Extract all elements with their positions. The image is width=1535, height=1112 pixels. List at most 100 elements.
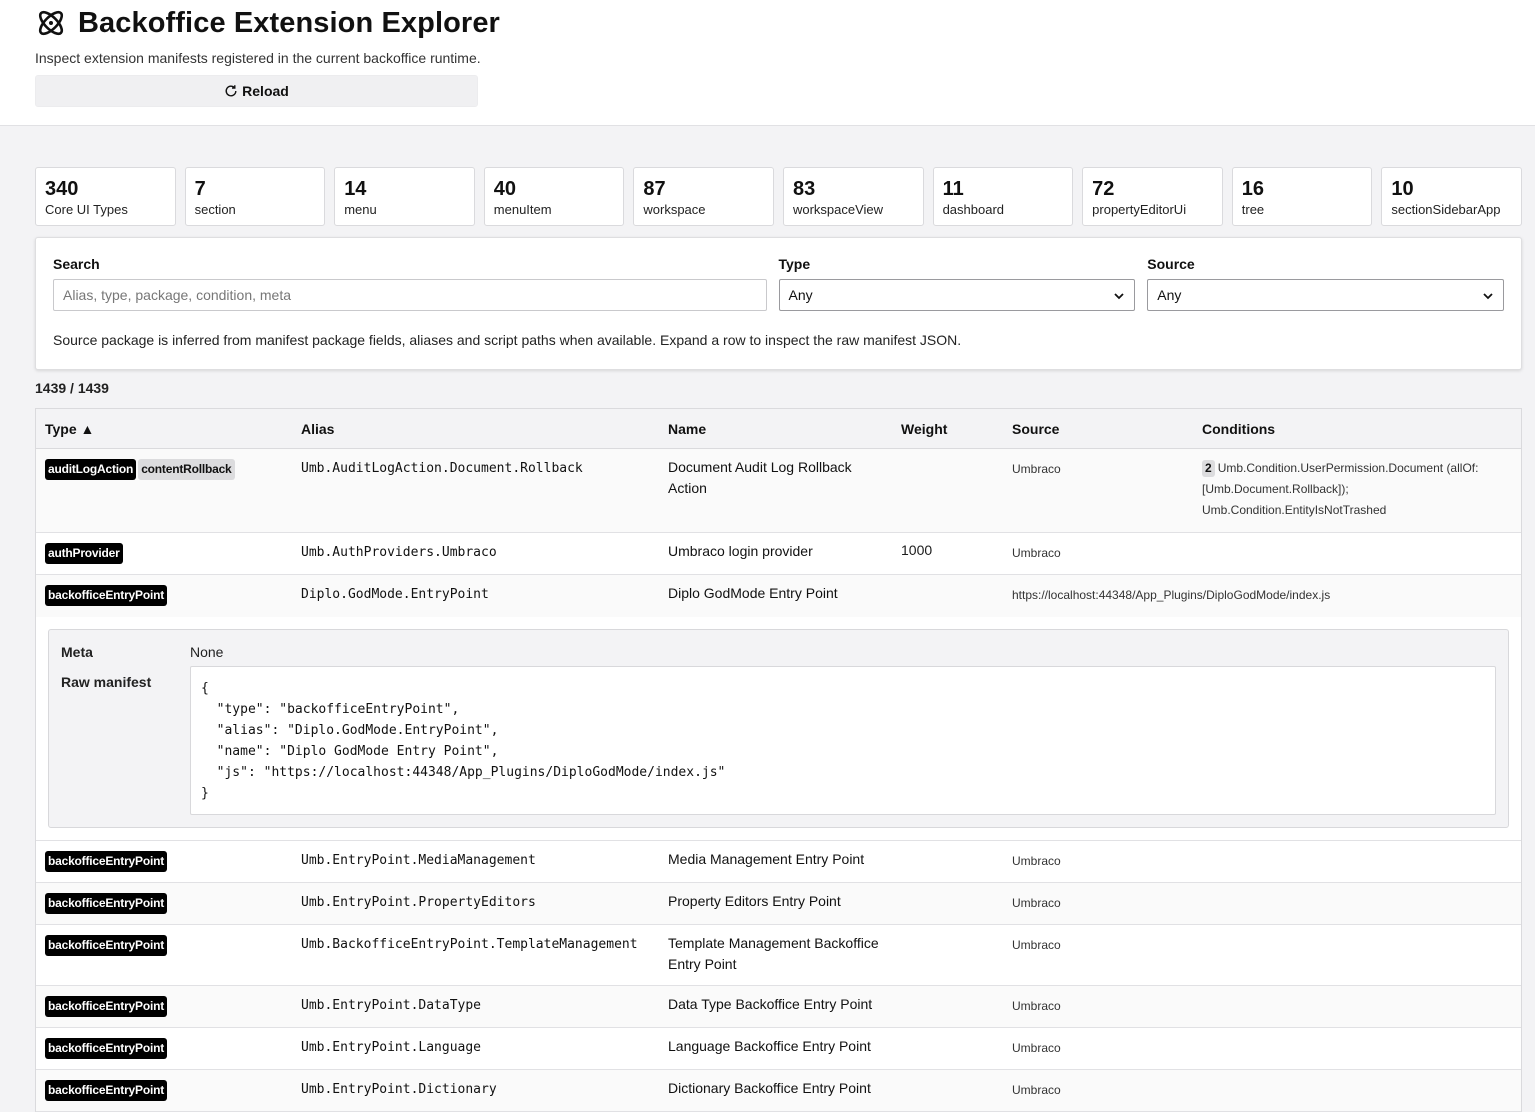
name-cell: Document Audit Log Rollback Action	[668, 459, 852, 496]
filter-panel: Search Alias, type, package, condition, …	[35, 237, 1522, 370]
source-cell: Umbraco	[1012, 462, 1061, 476]
name-cell: Template Management Backoffice Entry Poi…	[668, 935, 879, 972]
conditions-text: Umb.Condition.UserPermission.Document (a…	[1202, 461, 1479, 517]
table-row[interactable]: auditLogAction contentRollback Umb.AuditL…	[36, 449, 1521, 533]
table-header: Type ▲ Alias Name Weight Source Conditio…	[36, 409, 1521, 449]
source-cell: https://localhost:44348/App_Plugins/Dipl…	[1012, 588, 1331, 602]
header-type[interactable]: Type ▲	[36, 421, 291, 437]
search-input[interactable]: Alias, type, package, condition, meta	[53, 279, 767, 311]
page-header: Backoffice Extension Explorer Inspect ex…	[0, 0, 1535, 126]
manifest-table: Type ▲ Alias Name Weight Source Conditio…	[35, 408, 1522, 1112]
search-field: Search Alias, type, package, condition, …	[53, 256, 767, 311]
type-cell: backofficeEntryPoint	[36, 1038, 291, 1059]
atom-icon	[35, 7, 67, 39]
stat-label: tree	[1241, 202, 1265, 217]
type-cell: backofficeEntryPoint	[36, 1080, 291, 1101]
type-badge: auditLogAction	[45, 459, 137, 480]
result-count: 1439 / 1439	[35, 380, 109, 396]
type-badge: backofficeEntryPoint	[45, 585, 168, 606]
manifest-details: Meta None Raw manifest { "type": "backof…	[48, 629, 1509, 828]
header-conditions[interactable]: Conditions	[1192, 421, 1521, 437]
chevron-down-icon	[1482, 289, 1494, 301]
stat-label: menu	[344, 202, 377, 217]
table-row[interactable]: authProvider Umb.AuthProviders.Umbraco U…	[36, 533, 1521, 575]
alias-cell: Umb.EntryPoint.Language	[301, 1040, 482, 1055]
stat-label: propertyEditorUi	[1092, 202, 1187, 217]
stat-card: 340 Core UI Types	[35, 167, 176, 226]
type-cell: authProvider	[36, 543, 291, 564]
source-cell: Umbraco	[1012, 1083, 1061, 1097]
type-badge: backofficeEntryPoint	[45, 996, 168, 1017]
type-select[interactable]: Any	[778, 279, 1136, 311]
table-row[interactable]: backofficeEntryPoint Umb.EntryPoint.Medi…	[36, 841, 1521, 883]
header-weight[interactable]: Weight	[891, 421, 1002, 437]
filter-row: Search Alias, type, package, condition, …	[53, 256, 1504, 311]
alias-cell: Umb.EntryPoint.PropertyEditors	[301, 895, 536, 910]
stat-count: 40	[493, 178, 517, 200]
main-content: 340 Core UI Types 7 section 14 menu 40 menuI…	[0, 126, 1535, 1112]
stat-label: Core UI Types	[45, 202, 128, 217]
type-badge: backofficeEntryPoint	[45, 1038, 168, 1059]
reload-button[interactable]: Reload	[35, 75, 478, 107]
table-row[interactable]: backofficeEntryPoint Umb.EntryPoint.Data…	[36, 986, 1521, 1028]
table-row[interactable]: backofficeEntryPoint Umb.BackofficeEntry…	[36, 925, 1521, 986]
stat-label: workspaceView	[792, 202, 884, 217]
weight-cell: 1000	[901, 542, 933, 558]
source-cell: Umbraco	[1012, 854, 1061, 868]
header-name[interactable]: Name	[658, 421, 891, 437]
name-cell: Data Type Backoffice Entry Point	[668, 996, 873, 1012]
stat-card: 40 menuItem	[483, 167, 625, 226]
type-field: Type Any	[778, 256, 1136, 311]
stat-label: workspace	[643, 202, 706, 217]
table-row[interactable]: backofficeEntryPoint Diplo.GodMode.Entry…	[36, 575, 1521, 617]
stat-card: 11 dashboard	[932, 167, 1074, 226]
source-cell: Umbraco	[1012, 999, 1061, 1013]
stat-count: 72	[1092, 178, 1115, 200]
alias-cell: Umb.EntryPoint.MediaManagement	[301, 853, 536, 868]
expanded-row: Meta None Raw manifest { "type": "backof…	[36, 617, 1521, 841]
stats-row: 340 Core UI Types 7 section 14 menu 40 menuI…	[35, 167, 1522, 226]
name-cell: Diplo GodMode Entry Point	[668, 585, 838, 601]
name-cell: Umbraco login provider	[668, 543, 813, 559]
alias-cell: Umb.EntryPoint.Dictionary	[301, 1082, 497, 1097]
stat-label: menuItem	[493, 202, 552, 217]
stat-label: sectionSidebarApp	[1391, 202, 1501, 217]
alias-cell: Diplo.GodMode.EntryPoint	[301, 587, 489, 602]
name-cell: Dictionary Backoffice Entry Point	[668, 1080, 871, 1096]
header-source[interactable]: Source	[1002, 421, 1192, 437]
chevron-down-icon	[1113, 289, 1125, 301]
raw-manifest-label: Raw manifest	[61, 674, 152, 690]
source-select[interactable]: Any	[1147, 279, 1504, 311]
table-row[interactable]: backofficeEntryPoint Umb.EntryPoint.Dict…	[36, 1070, 1521, 1112]
table-row[interactable]: backofficeEntryPoint Umb.EntryPoint.Prop…	[36, 883, 1521, 925]
type-cell: backofficeEntryPoint	[36, 585, 291, 606]
search-label: Search	[53, 256, 100, 272]
name-cell: Language Backoffice Entry Point	[668, 1038, 871, 1054]
stat-count: 11	[942, 178, 964, 200]
stat-count: 10	[1391, 178, 1414, 200]
page-subtitle: Inspect extension manifests registered i…	[35, 50, 481, 66]
type-cell: backofficeEntryPoint	[36, 893, 291, 914]
header-alias[interactable]: Alias	[291, 421, 658, 437]
stat-card: 72 propertyEditorUi	[1082, 167, 1223, 226]
source-cell: Umbraco	[1012, 1041, 1061, 1055]
stat-card: 87 workspace	[633, 167, 774, 226]
name-cell: Property Editors Entry Point	[668, 893, 841, 909]
stat-count: 7	[194, 178, 206, 200]
stat-card: 16 tree	[1231, 167, 1373, 226]
type-select-value: Any	[788, 287, 813, 303]
type-badge: backofficeEntryPoint	[45, 935, 168, 956]
stat-count: 83	[792, 178, 816, 200]
reload-label: Reload	[242, 83, 289, 99]
meta-value: None	[190, 644, 224, 660]
type-badge: backofficeEntryPoint	[45, 893, 168, 914]
stat-count: 14	[344, 178, 367, 200]
type-cell: backofficeEntryPoint	[36, 935, 291, 956]
source-field: Source Any	[1147, 256, 1504, 311]
alias-cell: Umb.AuthProviders.Umbraco	[301, 545, 497, 560]
table-row[interactable]: backofficeEntryPoint Umb.EntryPoint.Lang…	[36, 1028, 1521, 1070]
stat-count: 87	[643, 178, 666, 200]
conditions-cell: 2 Umb.Condition.UserPermission.Document (…	[1192, 458, 1521, 521]
stat-count: 340	[45, 178, 79, 200]
type-cell: backofficeEntryPoint	[36, 851, 291, 872]
